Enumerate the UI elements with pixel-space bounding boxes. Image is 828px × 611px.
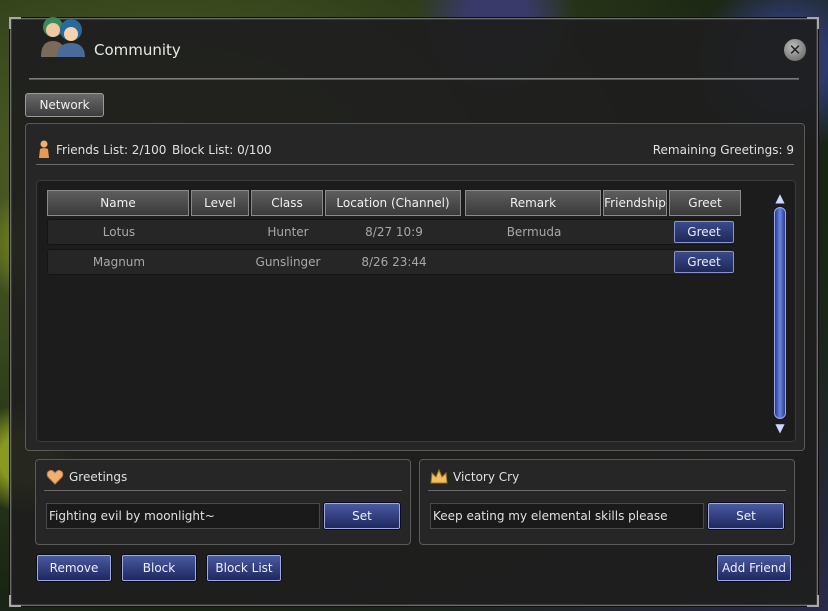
- set-greeting-button[interactable]: Set: [324, 503, 400, 529]
- block-list-count: Block List: 0/100: [172, 143, 272, 157]
- remaining-greetings: Remaining Greetings: 9: [652, 143, 794, 157]
- table-row[interactable]: Magnum Gunslinger 8/26 23:44 Greet: [47, 249, 734, 275]
- greeting-message-input[interactable]: Fighting evil by moonlight~: [46, 503, 320, 529]
- heart-icon: [46, 469, 64, 485]
- panel-divider: [428, 490, 786, 491]
- scroll-down-arrow-icon[interactable]: ▼: [773, 421, 787, 435]
- cell-class: Gunslinger: [255, 255, 321, 269]
- victory-cry-input[interactable]: Keep eating my elemental skills please: [430, 503, 704, 529]
- friends-panel: Friends List: 2/100 Block List: 0/100 Re…: [25, 123, 805, 451]
- window-title: Community: [94, 41, 181, 59]
- friends-table: Name Level Class Location (Channel) Rema…: [36, 180, 796, 442]
- window-corner-ornament: [9, 595, 21, 607]
- victory-cry-title: Victory Cry: [453, 470, 520, 484]
- block-list-button[interactable]: Block List: [207, 555, 281, 581]
- cell-remark: [466, 250, 602, 274]
- scrollbar-thumb[interactable]: [774, 207, 786, 419]
- title-divider: [29, 78, 799, 80]
- column-header-friendship[interactable]: Friendship: [603, 190, 667, 216]
- add-friend-button[interactable]: Add Friend: [717, 555, 791, 581]
- greet-button[interactable]: Greet: [674, 221, 734, 243]
- greet-button[interactable]: Greet: [674, 251, 734, 273]
- table-row[interactable]: Lotus Hunter 8/27 10:9 Bermuda Greet: [47, 219, 734, 245]
- close-icon: ✕: [788, 41, 802, 59]
- cell-friendship: [604, 220, 668, 244]
- friend-person-icon: [39, 140, 49, 158]
- block-button[interactable]: Block: [122, 555, 196, 581]
- crown-icon: [430, 468, 448, 484]
- window-corner-ornament: [807, 595, 819, 607]
- window-corner-ornament: [807, 17, 819, 29]
- cell-name: Lotus: [102, 225, 136, 239]
- friends-list-count: Friends List: 2/100: [56, 143, 167, 157]
- column-header-name[interactable]: Name: [47, 190, 189, 216]
- scroll-up-arrow-icon[interactable]: ▲: [773, 191, 787, 205]
- panel-divider: [44, 490, 402, 491]
- greetings-panel: Greetings Fighting evil by moonlight~ Se…: [35, 459, 411, 545]
- community-window: Community ✕ Network Friends List: 2/100 …: [9, 17, 819, 607]
- list-scrollbar[interactable]: ▲ ▼: [771, 191, 789, 435]
- column-header-class[interactable]: Class: [251, 190, 323, 216]
- cell-level: [192, 220, 250, 244]
- greetings-title: Greetings: [69, 470, 128, 484]
- cell-remark: Bermuda: [506, 225, 562, 239]
- cell-class: Hunter: [267, 225, 309, 239]
- cell-name: Magnum: [92, 255, 146, 269]
- cell-friendship: [604, 250, 668, 274]
- cell-location: 8/27 10:9: [365, 225, 423, 239]
- panel-divider: [36, 164, 794, 165]
- column-header-level[interactable]: Level: [191, 190, 249, 216]
- column-header-greet[interactable]: Greet: [669, 190, 741, 216]
- cell-level: [192, 250, 250, 274]
- community-people-icon: [37, 13, 89, 57]
- set-victory-cry-button[interactable]: Set: [708, 503, 784, 529]
- column-header-location[interactable]: Location (Channel): [325, 190, 461, 216]
- victory-cry-panel: Victory Cry Keep eating my elemental ski…: [419, 459, 795, 545]
- tab-network[interactable]: Network: [25, 93, 104, 117]
- remove-button[interactable]: Remove: [37, 555, 111, 581]
- column-header-remark[interactable]: Remark: [465, 190, 601, 216]
- cell-location: 8/26 23:44: [361, 255, 427, 269]
- close-button[interactable]: ✕: [783, 38, 807, 62]
- window-corner-ornament: [9, 17, 21, 29]
